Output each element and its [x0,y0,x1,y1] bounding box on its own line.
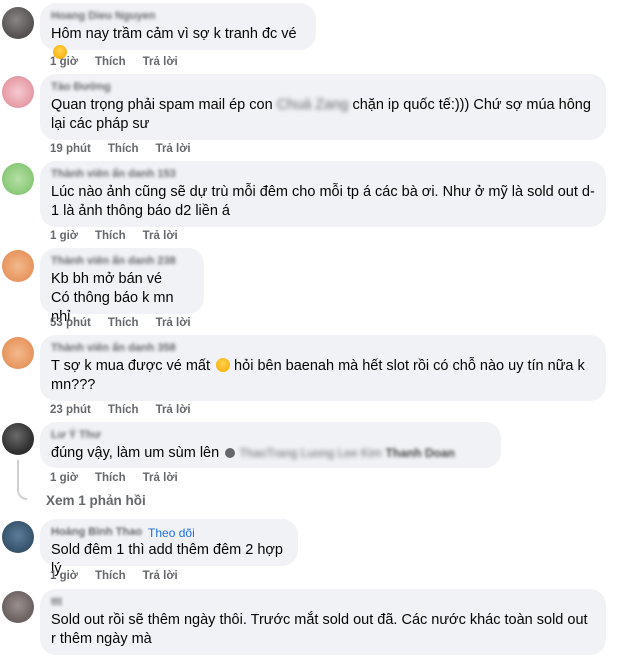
avatar[interactable] [2,76,34,108]
comment-bubble: Thành viên ẩn danh 153 Lúc nào ảnh cũng … [40,161,606,227]
crying-face-emoji-icon [216,358,231,372]
comment-bubble: Thành viên ẩn danh 358 T sợ k mua được v… [40,335,606,401]
comment-time[interactable]: 23 phút [50,404,91,416]
comment-text-content: đúng vậy, làm um sùm lên [51,445,220,461]
reply-button[interactable]: Trả lời [156,317,191,329]
comment-text: Quan trọng phải spam mail ép con Chuá Za… [51,96,595,134]
comment-time[interactable]: 1 giờ [50,570,78,582]
like-button[interactable]: Thích [95,56,126,68]
avatar[interactable] [2,7,34,39]
like-button[interactable]: Thích [108,317,139,329]
comment-time[interactable]: 1 giờ [50,56,78,68]
comment-text: đúng vậy, làm um sùm lên ThaoTrang Luong… [51,444,490,463]
comment-author[interactable]: Thành viên ẩn danh 358 [51,342,595,355]
reply-button[interactable]: Trả lời [143,230,178,242]
comment-text-content: Hôm nay trầm cảm vì sợ k tranh đc vé [51,26,297,42]
blurred-tags: ThaoTrang Luong Lee Kim [239,446,382,460]
comment-bubble: Hoang Dieu Nguyen Hôm nay trầm cảm vì sợ… [40,3,316,59]
comment-bubble: ttt Sold out rồi sẽ thêm ngày thôi. Trướ… [40,589,606,655]
comment-author-row: Hoàng Bình Thao Theo dõi [51,526,287,540]
comment-bubble: Hoàng Bình Thao Theo dõi Sold đêm 1 thì … [40,519,298,577]
reply-button[interactable]: Trả lời [156,404,191,416]
comment-bubble: Tào Đường Quan trọng phải spam mail ép c… [40,74,606,140]
comment-author[interactable]: Tào Đường [51,81,595,94]
comment-time[interactable]: 53 phút [50,317,91,329]
blurred-mention: Chuá Zang [276,97,349,113]
comment-actions: 1 giờ Thích Trả lời [50,472,195,484]
reply-thread-line [17,460,27,500]
comment-author[interactable]: ttt [51,596,595,609]
avatar[interactable] [2,163,34,195]
like-button[interactable]: Thích [108,143,139,155]
comment-author[interactable]: Thành viên ẩn danh 238 [51,255,193,268]
comment-author[interactable]: Lư Ý Thư [51,429,490,442]
comment-text: Sold out rồi sẽ thêm ngày thôi. Trước mắ… [51,612,588,647]
avatar[interactable] [2,337,34,369]
comment-time[interactable]: 1 giờ [50,472,78,484]
avatar[interactable] [2,250,34,282]
comment-bubble: Lư Ý Thư đúng vậy, làm um sùm lên ThaoTr… [40,422,501,468]
like-button[interactable]: Thích [95,230,126,242]
comment-bubble: Thành viên ẩn danh 238 Kb bh mở bán vé C… [40,248,204,325]
comment-actions: 1 giờ Thích Trả lời [50,570,195,582]
reply-button[interactable]: Trả lời [143,570,178,582]
comment-text-part: T sợ k mua được vé mất [51,358,215,374]
like-button[interactable]: Thích [108,404,139,416]
comment-text-line: Kb bh mở bán vé [51,271,163,287]
comment-text-part: Quan trọng phải spam mail ép con [51,97,277,113]
follow-button[interactable]: Theo dõi [148,526,195,540]
tagged-name[interactable]: Thanh Doan [386,446,455,460]
comment-author[interactable]: Hoang Dieu Nguyen [51,10,305,23]
reply-button[interactable]: Trả lời [156,143,191,155]
like-button[interactable]: Thích [95,570,126,582]
avatar[interactable] [2,521,34,553]
verified-icon [225,448,236,458]
comment-author[interactable]: Hoàng Bình Thao [51,526,142,539]
view-replies-link[interactable]: Xem 1 phản hồi [46,493,146,508]
comment-text: Lúc nào ảnh cũng sẽ dự trù mỗi đêm cho m… [51,184,595,219]
comment-actions: 1 giờ Thích Trả lời [50,56,195,68]
comment-actions: 53 phút Thích Trả lời [50,317,208,329]
reply-button[interactable]: Trả lời [143,472,178,484]
comment-actions: 19 phút Thích Trả lời [50,143,208,155]
avatar[interactable] [2,591,34,623]
avatar[interactable] [2,423,34,455]
comment-actions: 1 giờ Thích Trả lời [50,230,195,242]
comment-time[interactable]: 19 phút [50,143,91,155]
comment-time[interactable]: 1 giờ [50,230,78,242]
like-button[interactable]: Thích [95,472,126,484]
reply-button[interactable]: Trả lời [143,56,178,68]
comment-actions: 23 phút Thích Trả lời [50,404,208,416]
comment-text: T sợ k mua được vé mất hỏi bên baenah mà… [51,357,595,395]
comment-author[interactable]: Thành viên ẩn danh 153 [51,168,595,181]
